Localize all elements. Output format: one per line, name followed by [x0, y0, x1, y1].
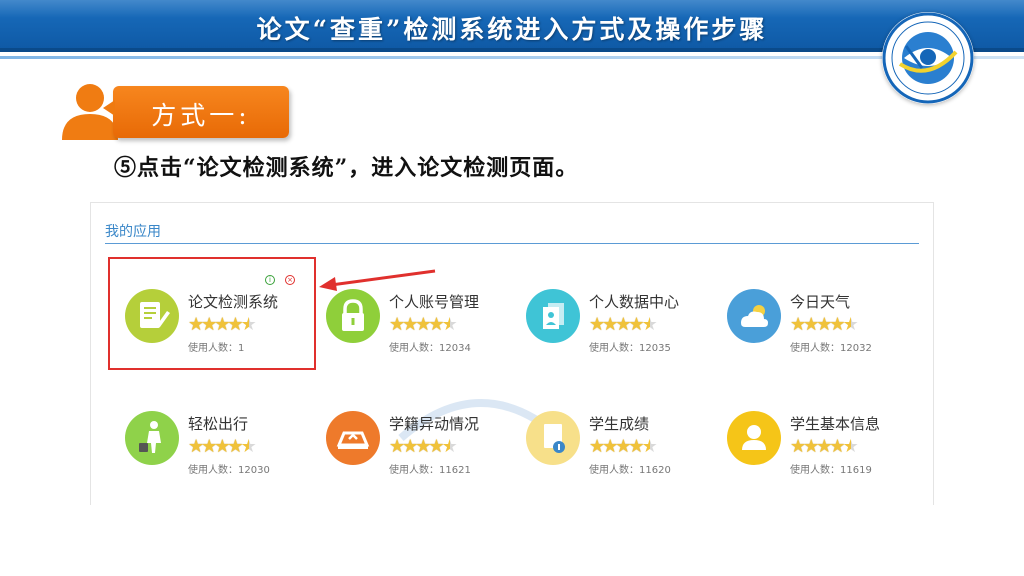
app-name: 个人数据中心 [589, 293, 680, 311]
traveler-icon [125, 411, 179, 465]
app-travel[interactable]: 轻松出行 ★★★★★ 使用人数：12030 [125, 411, 325, 491]
header-underline [0, 56, 1024, 59]
app-user-count: 使用人数：11619 [790, 465, 872, 476]
rating-stars: ★★★★★ [188, 314, 257, 335]
rating-stars: ★★★★★ [389, 314, 458, 335]
document-edit-icon [125, 289, 179, 343]
rating-stars: ★★★★★ [589, 436, 658, 457]
info-icon[interactable]: i [265, 275, 275, 285]
app-account-management[interactable]: 个人账号管理 ★★★★★ 使用人数：12034 [326, 289, 526, 369]
rating-stars: ★★★★★ [389, 436, 458, 457]
app-user-count: 使用人数：12034 [389, 343, 471, 354]
method-badge-label: 方式一: [151, 101, 251, 130]
app-student-status[interactable]: 学籍异动情况 ★★★★★ 使用人数：11621 [326, 411, 526, 491]
data-files-icon [526, 289, 580, 343]
app-weather[interactable]: 今日天气 ★★★★★ 使用人数：12032 [727, 289, 927, 369]
student-status-icon [326, 411, 380, 465]
rating-stars: ★★★★★ [589, 314, 658, 335]
remove-icon[interactable]: × [285, 275, 295, 285]
app-user-count: 使用人数：12035 [589, 343, 671, 354]
rating-stars: ★★★★★ [790, 314, 859, 335]
grade-report-icon [526, 411, 580, 465]
university-emblem-icon [882, 12, 974, 104]
my-apps-panel: 我的应用 i × 论文检测系统 ★★★★★ 使用人数：1 个人账号管理 ★★★★… [90, 202, 934, 505]
user-profile-icon [727, 411, 781, 465]
rating-stars: ★★★★★ [188, 436, 257, 457]
app-student-info[interactable]: 学生基本信息 ★★★★★ 使用人数：11619 [727, 411, 927, 491]
app-user-count: 使用人数：11620 [589, 465, 671, 476]
weather-cloud-icon [727, 289, 781, 343]
app-user-count: 使用人数：11621 [389, 465, 471, 476]
app-thesis-check[interactable]: 论文检测系统 ★★★★★ 使用人数：1 [125, 289, 325, 369]
app-user-count: 使用人数：1 [188, 343, 245, 354]
university-logo [882, 12, 974, 104]
app-name: 今日天气 [790, 293, 851, 311]
instruction-text: ⑤点击“论文检测系统”，进入论文检测页面。 [114, 155, 579, 181]
header-bar: 论文“查重”检测系统进入方式及操作步骤 [0, 0, 1024, 52]
lock-icon [326, 289, 380, 343]
app-name: 论文检测系统 [188, 293, 279, 311]
rating-stars: ★★★★★ [790, 436, 859, 457]
app-name: 学生基本信息 [790, 415, 881, 433]
app-name: 学籍异动情况 [389, 415, 480, 433]
section-divider [105, 243, 919, 244]
section-title: 我的应用 [105, 224, 161, 240]
app-grades[interactable]: 学生成绩 ★★★★★ 使用人数：11620 [526, 411, 726, 491]
app-user-count: 使用人数：12030 [188, 465, 270, 476]
app-name: 轻松出行 [188, 415, 249, 433]
page-title: 论文“查重”检测系统进入方式及操作步骤 [256, 15, 768, 44]
method-badge: 方式一: [103, 86, 289, 138]
arrow-pointer-icon [319, 269, 436, 291]
app-name: 个人账号管理 [389, 293, 480, 311]
app-data-center[interactable]: 个人数据中心 ★★★★★ 使用人数：12035 [526, 289, 726, 369]
app-name: 学生成绩 [589, 415, 650, 433]
app-user-count: 使用人数：12032 [790, 343, 872, 354]
